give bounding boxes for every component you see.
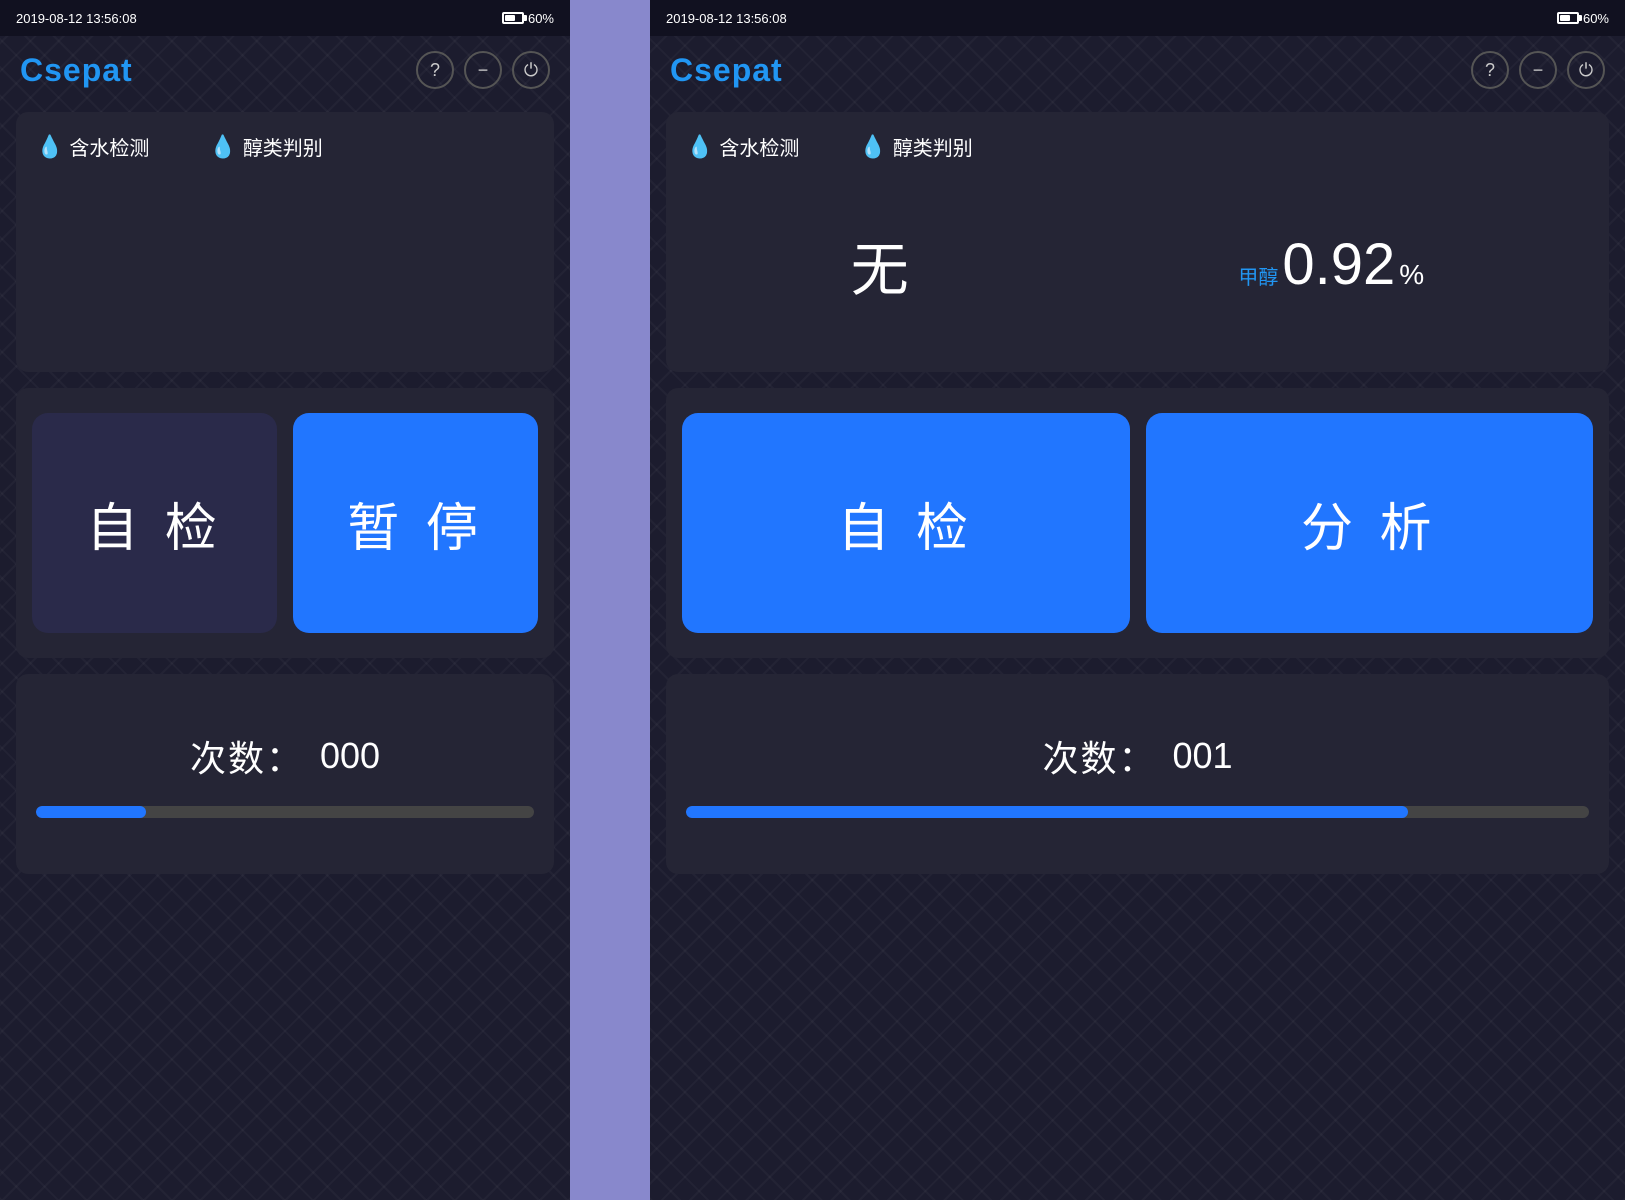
- left-count-card: 次数： 000: [16, 674, 554, 874]
- right-count-label: 次数：: [1042, 730, 1156, 782]
- left-detection-labels: 💧 含水检测 💧 醇类判别: [36, 132, 534, 161]
- left-alcohol-drop-icon: 💧: [209, 134, 236, 160]
- right-detection-values: 无 甲醇 0.92 %: [686, 177, 1589, 352]
- right-power-button[interactable]: ⏻: [1567, 51, 1605, 89]
- left-count-row: 次数： 000: [36, 730, 534, 782]
- right-methanol-value: 0.92: [1282, 231, 1395, 298]
- right-methanol-prefix: 甲醇: [1238, 261, 1278, 290]
- left-status-bar: 2019-08-12 13:56:08 60%: [0, 0, 570, 36]
- right-battery-icon: [1557, 12, 1579, 24]
- left-count-label: 次数：: [190, 730, 304, 782]
- right-help-button[interactable]: ?: [1471, 51, 1509, 89]
- left-alcohol-text: 醇类判别: [243, 132, 323, 161]
- right-panel: 2019-08-12 13:56:08 60% Csepat ? − ⏻: [650, 0, 1625, 1200]
- right-progress-bar-container: [686, 806, 1589, 818]
- right-progress-bar-fill: [686, 806, 1408, 818]
- left-water-text: 含水检测: [69, 132, 149, 161]
- right-minimize-button[interactable]: −: [1519, 51, 1557, 89]
- right-detection-card: 💧 含水检测 💧 醇类判别 无 甲醇 0.92 %: [666, 112, 1609, 372]
- left-header: Csepat ? − ⏻: [0, 36, 570, 104]
- right-header-buttons: ? − ⏻: [1471, 51, 1605, 89]
- left-datetime: 2019-08-12 13:56:08: [16, 11, 137, 26]
- right-alcohol-text: 醇类判别: [893, 132, 973, 161]
- right-battery-percent: 60%: [1583, 11, 1609, 26]
- left-header-buttons: ? − ⏻: [416, 51, 550, 89]
- right-buttons-card: 自 检 分 析: [666, 388, 1609, 658]
- left-battery-icon: [502, 12, 524, 24]
- left-detection-card: 💧 含水检测 💧 醇类判别: [16, 112, 554, 372]
- right-datetime: 2019-08-12 13:56:08: [666, 11, 787, 26]
- left-alcohol-label: 💧 醇类判别: [209, 132, 322, 161]
- left-help-button[interactable]: ?: [416, 51, 454, 89]
- right-water-text: 含水检测: [719, 132, 799, 161]
- left-water-label: 💧 含水检测: [36, 132, 149, 161]
- left-logo: Csepat: [20, 52, 133, 89]
- left-self-check-button[interactable]: 自 检: [32, 413, 277, 633]
- panel-divider: [570, 0, 650, 1200]
- right-status-bar: 2019-08-12 13:56:08 60%: [650, 0, 1625, 36]
- left-progress-bar-container: [36, 806, 534, 818]
- left-water-drop-icon: 💧: [36, 134, 63, 160]
- right-water-drop-icon: 💧: [686, 134, 713, 160]
- right-alcohol-drop-icon: 💧: [859, 134, 886, 160]
- left-battery-percent: 60%: [528, 11, 554, 26]
- right-analyze-button[interactable]: 分 析: [1146, 413, 1594, 633]
- right-water-value: 无: [851, 223, 909, 307]
- left-battery: 60%: [502, 11, 554, 26]
- right-methanol-unit: %: [1399, 259, 1424, 291]
- left-power-button[interactable]: ⏻: [512, 51, 550, 89]
- right-alcohol-label: 💧 醇类判别: [859, 132, 972, 161]
- right-header: Csepat ? − ⏻: [650, 36, 1625, 104]
- left-progress-bar-fill: [36, 806, 146, 818]
- right-battery: 60%: [1557, 11, 1609, 26]
- left-count-value: 000: [320, 735, 380, 777]
- right-self-check-button[interactable]: 自 检: [682, 413, 1130, 633]
- right-methanol-container: 甲醇 0.92 %: [1238, 231, 1424, 298]
- left-buttons-card: 自 检 暂 停: [16, 388, 554, 658]
- right-count-row: 次数： 001: [686, 730, 1589, 782]
- left-minimize-button[interactable]: −: [464, 51, 502, 89]
- right-logo: Csepat: [670, 52, 783, 89]
- right-detection-labels: 💧 含水检测 💧 醇类判别: [686, 132, 1589, 161]
- right-count-value: 001: [1172, 735, 1232, 777]
- left-panel: 2019-08-12 13:56:08 60% Csepat ? − ⏻: [0, 0, 570, 1200]
- right-water-label: 💧 含水检测: [686, 132, 799, 161]
- right-count-card: 次数： 001: [666, 674, 1609, 874]
- left-pause-button[interactable]: 暂 停: [293, 413, 538, 633]
